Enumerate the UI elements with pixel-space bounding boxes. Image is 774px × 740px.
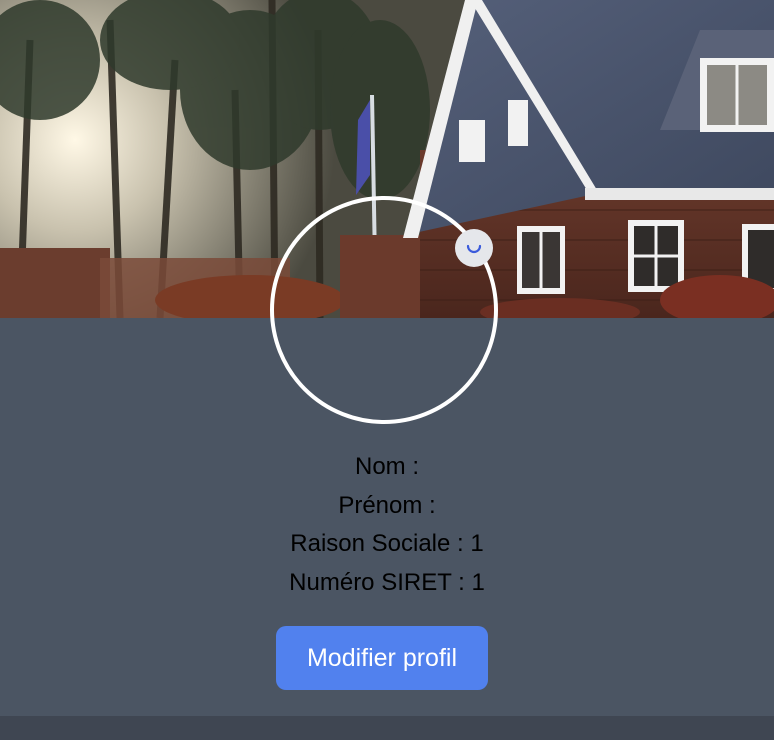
- field-nom: Nom :: [0, 448, 774, 487]
- field-label: Nom :: [354, 453, 419, 480]
- profile-avatar[interactable]: [270, 196, 498, 424]
- field-label: Numéro SIRET :: [289, 569, 465, 597]
- loading-spinner-icon[interactable]: [455, 229, 493, 267]
- edit-profile-button[interactable]: Modifier profil: [276, 626, 488, 690]
- field-value: 1: [471, 569, 485, 597]
- field-raison-sociale: Raison Sociale : 1: [0, 525, 774, 564]
- field-siret: Numéro SIRET : 1: [0, 564, 774, 603]
- field-prenom: Prénom :: [0, 487, 774, 526]
- field-label: Raison Sociale :: [290, 530, 464, 558]
- profile-info: Nom : Prénom : Raison Sociale : 1 Numéro…: [0, 448, 774, 603]
- footer-strip: [0, 716, 774, 740]
- field-label: Prénom :: [338, 491, 436, 519]
- field-value: 1: [470, 530, 484, 558]
